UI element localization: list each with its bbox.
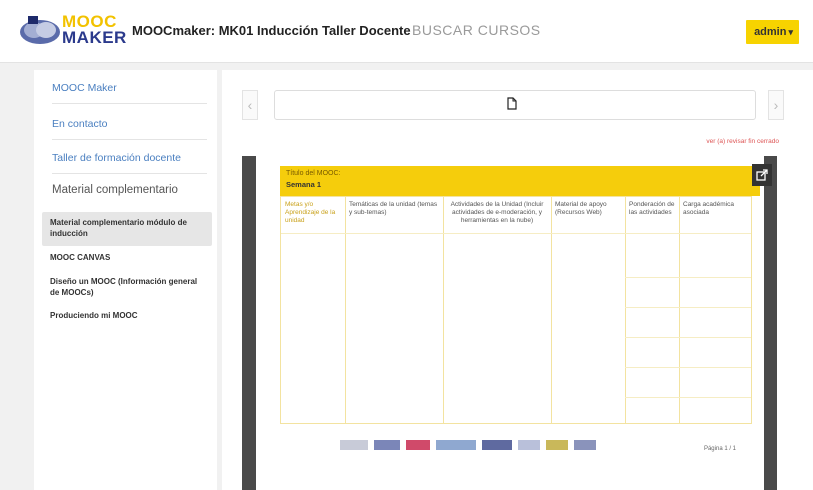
next-arrow-icon[interactable]: › (768, 90, 784, 120)
row-divider (625, 397, 751, 398)
sidebar: MOOC Maker En contacto Taller de formaci… (34, 70, 217, 490)
prev-arrow-icon[interactable]: ‹ (242, 90, 258, 120)
user-menu-label: admin (754, 26, 787, 38)
row-divider (625, 337, 751, 338)
divider (52, 103, 207, 104)
table-column: Material de apoyo (Recursos Web) (551, 197, 626, 423)
partner-logo (406, 440, 430, 450)
table-column: Actividades de la Unidad (Incluir activi… (443, 197, 552, 423)
sidebar-link-en-contacto[interactable]: En contacto (52, 118, 107, 130)
sidebar-item-diseno-mooc[interactable]: Diseño un MOOC (Información general de M… (50, 276, 200, 298)
row-divider (625, 307, 751, 308)
sidebar-item-mooc-canvas[interactable]: MOOC CANVAS (50, 252, 210, 263)
table-column: Temáticas de la unidad (temas y sub-tema… (345, 197, 444, 423)
document-icon (507, 97, 517, 110)
external-link-icon (756, 169, 768, 181)
top-header: MOOC MAKER MOOCmaker: MK01 Inducción Tal… (0, 0, 813, 63)
doc-title-label: Título del MOOC: (286, 170, 341, 177)
partner-logo (546, 440, 568, 450)
document-nav: ‹ › (242, 90, 784, 120)
sidebar-link-taller[interactable]: Taller de formación docente (52, 152, 181, 164)
column-header: Metas y/o Aprendizaje de la unidad (285, 201, 336, 224)
sidebar-link-mooc-maker[interactable]: MOOC Maker (52, 82, 117, 94)
logo-text: MOOC MAKER (62, 13, 127, 47)
column-header: Material de apoyo (Recursos Web) (555, 201, 607, 216)
row-divider (281, 233, 751, 234)
download-link[interactable]: ver (a) revisar fin cerrado (706, 138, 779, 145)
page-number: Página 1 / 1 (703, 446, 736, 452)
divider (52, 139, 207, 140)
partner-logo (518, 440, 540, 450)
column-header: Temáticas de la unidad (temas y sub-tema… (349, 201, 438, 216)
document-tab-bar[interactable] (274, 90, 756, 120)
brain-logo-icon (20, 16, 60, 44)
moocmaker-logo[interactable]: MOOC MAKER (18, 8, 126, 54)
row-divider (625, 367, 751, 368)
table-header-band: Título del MOOC: Semana 1 (280, 166, 760, 196)
chevron-down-icon: ▾ (788, 27, 793, 37)
search-courses-link[interactable]: BUSCAR CURSOS (412, 22, 541, 38)
partner-logo (374, 440, 400, 450)
course-title: MOOCmaker: MK01 Inducción Taller Docente (132, 23, 411, 38)
divider (52, 173, 207, 174)
logo-line2: MAKER (62, 28, 127, 47)
partner-logo (436, 440, 476, 450)
column-header: Carga académica asociada (683, 201, 734, 216)
partner-logo (340, 440, 368, 450)
sidebar-item-produciendo[interactable]: Produciendo mi MOOC (50, 310, 210, 321)
sidebar-item-active[interactable]: Material complementario módulo de inducc… (42, 212, 212, 246)
document-page: Título del MOOC: Semana 1 Metas y/o Apre… (256, 156, 764, 490)
row-divider (625, 277, 751, 278)
user-menu-button[interactable]: admin ▾ (746, 20, 799, 44)
column-header: Actividades de la Unidad (Incluir activi… (450, 201, 544, 224)
sidebar-section-title[interactable]: Material complementario (52, 184, 178, 196)
column-header: Ponderación de las actividades (629, 201, 675, 216)
partner-logos (340, 438, 640, 452)
table-column: Metas y/o Aprendizaje de la unidad (281, 197, 346, 423)
doc-week-label: Semana 1 (286, 180, 322, 189)
content-panel: ‹ › ver (a) revisar fin cerrado Título d… (222, 70, 813, 490)
table-column: Carga académica asociada (679, 197, 749, 423)
partner-logo (482, 440, 512, 450)
partner-logo (574, 440, 596, 450)
planning-table: Metas y/o Aprendizaje de la unidad Temát… (280, 196, 752, 424)
document-viewer: Título del MOOC: Semana 1 Metas y/o Apre… (242, 156, 777, 490)
open-external-button[interactable] (752, 164, 772, 186)
table-column: Ponderación de las actividades (625, 197, 680, 423)
sidebar-item-label: Material complementario módulo de inducc… (50, 218, 187, 238)
